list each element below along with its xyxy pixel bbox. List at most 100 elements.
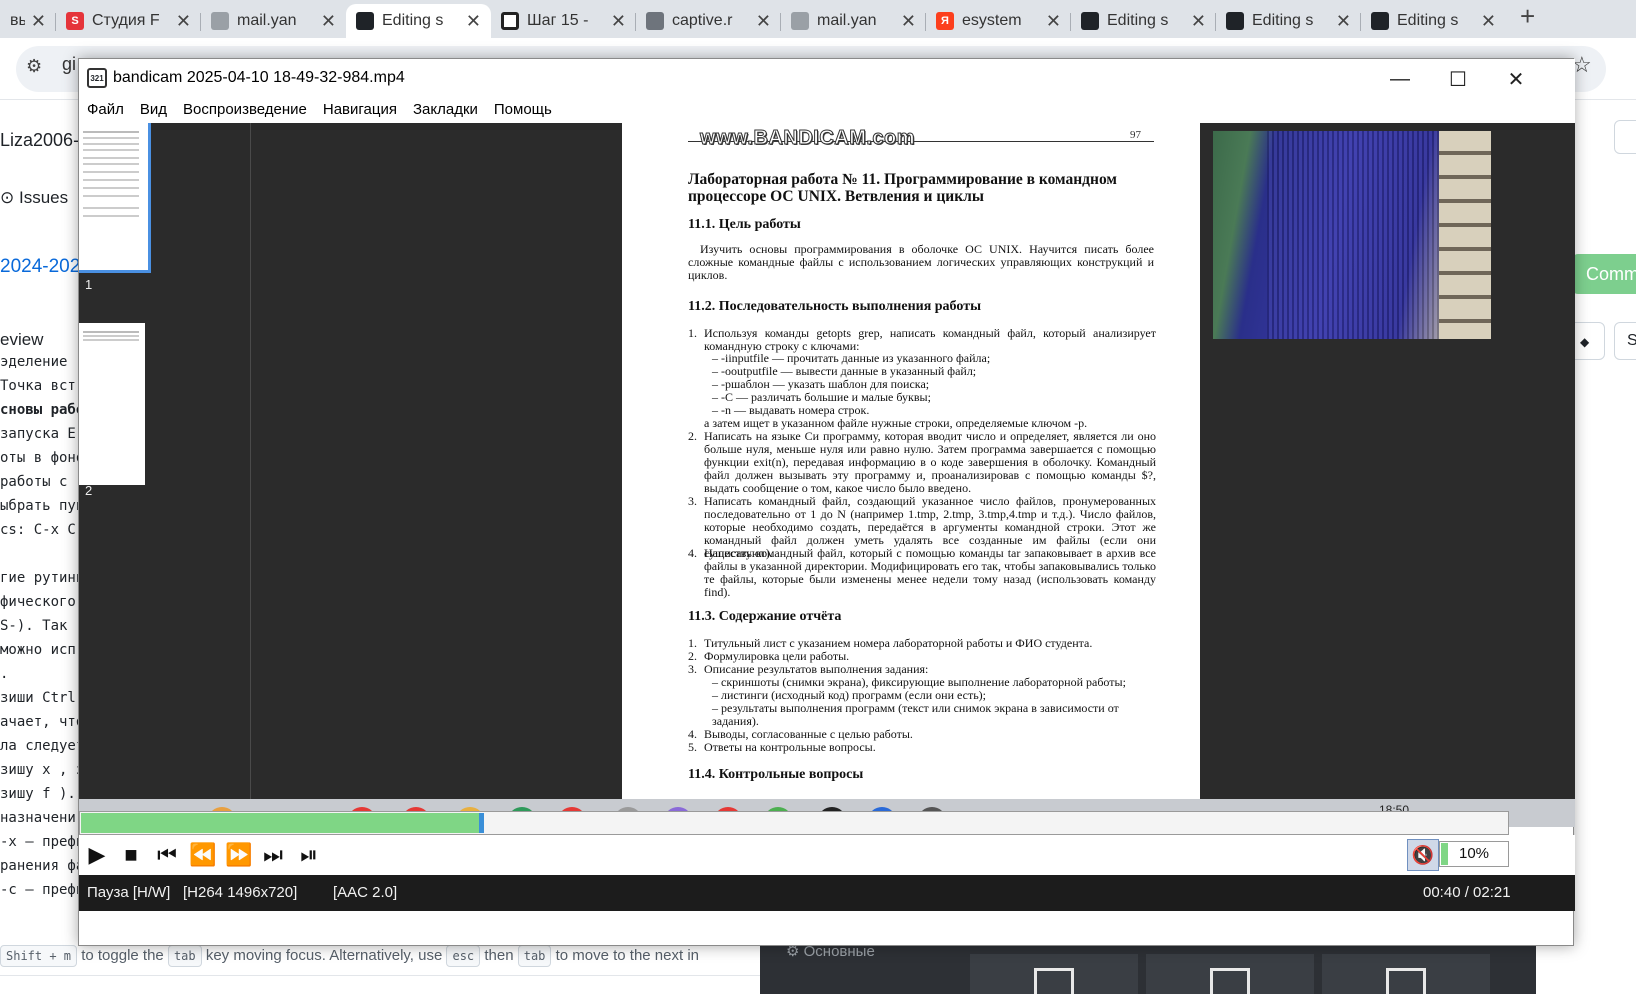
media-player-window: 321 bandicam 2025-04-10 18-49-32-984.mp4… — [78, 58, 1575, 946]
tab-8[interactable]: Editing s ✕ — [1071, 4, 1216, 38]
hint-text: key moving focus. Alternatively, use — [205, 947, 443, 964]
pull-request-icon[interactable] — [1614, 120, 1636, 154]
panel-tile[interactable] — [1322, 954, 1490, 994]
menu-playback[interactable]: Воспроизведение — [183, 99, 315, 123]
settings-panel-peek: ⚙ Основные — [760, 942, 1536, 994]
close-icon[interactable]: ✕ — [1046, 11, 1061, 32]
new-tab-button[interactable]: + — [1520, 1, 1535, 32]
stop-icon[interactable]: ■ — [115, 839, 147, 871]
page-number: 2 — [85, 483, 93, 498]
list-item: 4. Написать командный файл, который с пом… — [688, 546, 1156, 599]
playback-state: Пауза [H/W] — [87, 884, 171, 901]
studio-icon: S — [66, 12, 84, 30]
tab-1-title: Студия F — [92, 12, 160, 29]
tab-5-title: captive.r — [672, 12, 733, 29]
task-text: Написать командный файл, который с помощ… — [704, 546, 1156, 599]
close-icon[interactable]: ✕ — [1336, 11, 1351, 32]
hint-text: then — [484, 947, 514, 964]
site-info-icon[interactable]: ⚙ — [26, 56, 42, 77]
volume-slider[interactable]: 10% — [1439, 841, 1509, 867]
panel-tile[interactable] — [970, 954, 1138, 994]
code-line: запуска E — [0, 426, 76, 442]
window-title: bandicam 2025-04-10 18-49-32-984.mp4 — [113, 69, 405, 86]
tab-1[interactable]: S Студия F ✕ — [56, 4, 201, 38]
close-icon[interactable]: ✕ — [901, 11, 916, 32]
player-app-icon: 321 — [87, 68, 107, 88]
code-line: -c — префи — [0, 882, 85, 898]
maximize-button[interactable]: ☐ — [1429, 59, 1487, 99]
code-line: эделение — [0, 354, 68, 370]
code-line: назначени — [0, 810, 76, 826]
minimize-button[interactable]: — — [1371, 59, 1429, 99]
hint-text: to move to the next in — [555, 947, 699, 964]
tab-9[interactable]: Editing s ✕ — [1216, 4, 1361, 38]
code-editor[interactable]: эделение Точка вст сновы рабо запуска E … — [0, 350, 84, 902]
previous-icon[interactable]: ⏮ — [151, 839, 183, 871]
seek-handle[interactable] — [479, 813, 484, 833]
close-icon[interactable]: ✕ — [176, 11, 191, 32]
repo-name[interactable]: Liza2006-u — [0, 130, 89, 151]
play-icon[interactable]: ▶ — [81, 839, 113, 871]
tab-0-title: вь — [10, 12, 25, 29]
mute-icon[interactable]: 🔇 — [1407, 839, 1439, 871]
stepik-icon — [501, 12, 519, 30]
section-heading: 11.4. Контрольные вопросы — [688, 767, 864, 782]
code-line: зишу x , з — [0, 762, 85, 778]
github-icon — [1081, 12, 1099, 30]
hint-key: Shift + m — [0, 945, 78, 967]
close-icon[interactable]: ✕ — [611, 11, 626, 32]
paragraph: Изучить основы программирования в оболоч… — [688, 242, 1154, 283]
rewind-icon[interactable]: ⏪ — [187, 839, 219, 871]
code-line: Точка вст — [0, 378, 76, 394]
pdf-thumbnail-pane: 1 2 — [79, 123, 251, 827]
code-line: фического — [0, 594, 76, 610]
panel-tile[interactable] — [1146, 954, 1314, 994]
next-icon[interactable]: ⏭ — [257, 839, 289, 871]
github-icon — [1371, 12, 1389, 30]
menu-navigation[interactable]: Навигация — [323, 99, 405, 123]
code-line: гие рутинн — [0, 570, 85, 586]
audio-codec: [AAC 2.0] — [333, 884, 398, 901]
close-icon[interactable]: ✕ — [466, 11, 481, 32]
tab-4[interactable]: Шаг 15 - ✕ — [491, 4, 636, 38]
close-icon[interactable]: ✕ — [31, 11, 46, 32]
player-titlebar[interactable]: 321 bandicam 2025-04-10 18-49-32-984.mp4… — [79, 59, 1575, 99]
issues-label: Issues — [18, 188, 69, 207]
spaces-select[interactable]: S — [1614, 322, 1636, 360]
tab-6[interactable]: mail.yan ✕ — [781, 4, 926, 38]
section-heading: 11.2. Последовательность выполнения рабо… — [688, 299, 981, 314]
lab-title: Лабораторная работа № 11. Программирован… — [688, 171, 1117, 205]
tab-6-title: mail.yan — [817, 12, 877, 29]
tab-7[interactable]: Я esystem ✕ — [926, 4, 1071, 38]
close-icon[interactable]: ✕ — [321, 11, 336, 32]
menu-help[interactable]: Помощь — [494, 99, 560, 123]
tab-4-title: Шаг 15 - — [527, 12, 589, 29]
menu-bookmarks[interactable]: Закладки — [413, 99, 486, 123]
close-icon[interactable]: ✕ — [1191, 11, 1206, 32]
tab-5[interactable]: captive.r ✕ — [636, 4, 781, 38]
close-icon[interactable]: ✕ — [1481, 11, 1496, 32]
list-item: 5. Ответы на контрольные вопросы. — [688, 741, 1156, 754]
issues-tab[interactable]: ⊙ Issues — [0, 188, 68, 208]
tab-10[interactable]: Editing s ✕ — [1361, 4, 1506, 38]
menu-file[interactable]: Файл — [87, 99, 132, 123]
tab-2[interactable]: mail.yan ✕ — [201, 4, 346, 38]
seek-bar[interactable] — [79, 811, 1509, 835]
commit-button[interactable]: Comm — [1572, 254, 1636, 294]
menu-view[interactable]: Вид — [140, 99, 175, 123]
branch-name[interactable]: 2024-202 — [0, 256, 80, 278]
video-frame[interactable]: 1 2 www.BANDICAM.com 97 Лабораторная раб… — [79, 123, 1575, 827]
bandicam-watermark: www.BANDICAM.com — [699, 127, 916, 150]
fast-forward-icon[interactable]: ⏩ — [223, 839, 255, 871]
close-button[interactable]: ✕ — [1487, 59, 1545, 99]
tab-0[interactable]: вь ✕ — [0, 4, 56, 38]
github-icon — [1226, 12, 1244, 30]
hint-text: to toggle the — [81, 947, 164, 964]
address-text[interactable]: gi — [62, 54, 76, 75]
menu-bar: Файл Вид Воспроизведение Навигация Закла… — [79, 99, 1575, 123]
frame-step-icon[interactable]: ⏯ — [293, 839, 325, 871]
tab-3[interactable]: Editing s ✕ — [346, 4, 491, 38]
preview-tab[interactable]: eview — [0, 330, 43, 350]
close-icon[interactable]: ✕ — [756, 11, 771, 32]
